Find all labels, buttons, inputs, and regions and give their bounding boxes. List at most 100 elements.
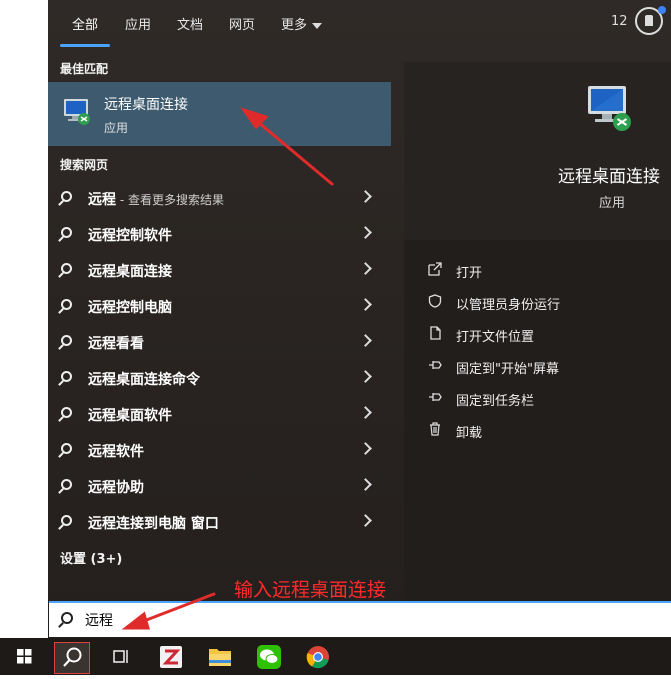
best-match-heading: 最佳匹配 xyxy=(60,62,109,76)
app-detail-pane: 远程桌面连接 应用 打开 以管理员身份运行 打开文件位置 固定到"开始"屏幕 固… xyxy=(404,62,671,602)
chevron-right-icon xyxy=(359,478,372,491)
chevron-right-icon xyxy=(359,406,372,419)
search-icon xyxy=(61,335,72,346)
search-icon xyxy=(63,647,82,667)
taskbar-app-chrome[interactable] xyxy=(298,638,338,675)
chevron-right-icon xyxy=(359,298,372,311)
task-view-button[interactable] xyxy=(100,638,140,675)
search-box[interactable] xyxy=(49,601,671,637)
chevron-right-icon xyxy=(359,190,372,203)
windows-logo-icon xyxy=(17,649,32,664)
chevron-right-icon xyxy=(359,262,372,275)
notification-dot xyxy=(658,6,666,14)
web-search-item-label: 远程协助 xyxy=(88,480,144,496)
tab-all[interactable]: 全部 xyxy=(72,14,98,33)
taskbar xyxy=(0,638,671,675)
web-search-item-label: 远程桌面连接命令 xyxy=(88,372,200,388)
pin-icon xyxy=(429,393,442,401)
pin-to-taskbar-action[interactable]: 固定到任务栏 xyxy=(404,384,671,414)
remote-desktop-icon xyxy=(588,86,631,131)
search-icon xyxy=(61,191,72,202)
search-icon xyxy=(61,227,72,238)
pin-to-start-label: 固定到"开始"屏幕 xyxy=(456,362,559,377)
chevron-right-icon xyxy=(359,442,372,455)
chevron-right-icon xyxy=(359,226,372,239)
web-search-heading: 搜索网页 xyxy=(60,158,109,172)
pin-icon xyxy=(429,361,442,369)
search-icon xyxy=(61,479,72,490)
web-search-item[interactable]: 远程桌面连接命令 xyxy=(48,360,391,396)
app-detail-title: 远程桌面连接 xyxy=(558,167,660,187)
tab-more-label: 更多 xyxy=(281,18,308,33)
web-search-item-label: 远程软件 xyxy=(88,444,144,460)
web-search-item-label: 远程看看 xyxy=(88,336,144,352)
tab-apps[interactable]: 应用 xyxy=(125,14,151,33)
open-action[interactable]: 打开 xyxy=(404,256,671,286)
web-search-item[interactable]: 远程看看 xyxy=(48,324,391,360)
run-as-admin-label: 以管理员身份运行 xyxy=(456,298,561,313)
taskbar-app-file-explorer[interactable] xyxy=(200,638,240,675)
search-icon xyxy=(61,407,72,418)
best-match-subtitle: 应用 xyxy=(104,121,129,135)
taskbar-app-zotero[interactable] xyxy=(150,638,190,675)
web-search-item[interactable]: 远程控制电脑 xyxy=(48,288,391,324)
web-search-item[interactable]: 远程协助 xyxy=(48,468,391,504)
remote-desktop-icon xyxy=(64,99,90,125)
web-search-item[interactable]: 远程软件 xyxy=(48,432,391,468)
chrome-icon xyxy=(306,646,329,669)
open-file-location-action[interactable]: 打开文件位置 xyxy=(404,320,671,350)
web-search-item-label: 远程连接到电脑 窗口 xyxy=(88,516,219,532)
chevron-right-icon xyxy=(359,370,372,383)
web-search-item-label: 远程控制软件 xyxy=(88,228,172,244)
web-search-item-label: 远程控制电脑 xyxy=(88,300,172,316)
taskbar-app-wechat[interactable] xyxy=(248,638,288,675)
run-as-admin-action[interactable]: 以管理员身份运行 xyxy=(404,288,671,318)
web-search-item-label: 远程 - 查看更多搜索结果 xyxy=(88,189,224,209)
best-match-title: 远程桌面连接 xyxy=(104,97,188,113)
search-icon xyxy=(61,263,72,274)
desktop-background xyxy=(0,0,48,638)
tab-web[interactable]: 网页 xyxy=(229,14,255,33)
taskbar-search-button[interactable] xyxy=(54,642,90,674)
wechat-icon xyxy=(257,645,281,669)
chevron-right-icon xyxy=(359,514,372,527)
chevron-down-icon xyxy=(312,22,323,29)
web-search-item-label: 远程桌面连接 xyxy=(88,264,172,280)
search-icon xyxy=(61,612,73,624)
web-search-item[interactable]: 远程连接到电脑 窗口 xyxy=(48,504,391,540)
open-icon xyxy=(428,262,442,276)
app-detail-header: 远程桌面连接 应用 xyxy=(404,62,671,240)
web-search-item[interactable]: 远程 - 查看更多搜索结果 xyxy=(48,180,391,216)
active-tab-indicator xyxy=(60,44,110,47)
task-view-icon xyxy=(113,650,128,663)
search-icon xyxy=(61,299,72,310)
search-input[interactable] xyxy=(85,610,645,630)
open-action-label: 打开 xyxy=(456,266,483,281)
start-search-panel: 全部 应用 文档 网页 更多 12 最佳匹配 远程桌面连接 应用 搜索网页 远程… xyxy=(48,0,671,638)
web-search-suffix: - 查看更多搜索结果 xyxy=(116,193,224,207)
trash-icon xyxy=(430,422,440,436)
start-button[interactable] xyxy=(4,638,44,675)
tab-documents[interactable]: 文档 xyxy=(177,14,203,33)
search-icon xyxy=(61,515,72,526)
chevron-right-icon xyxy=(359,334,372,347)
search-icon xyxy=(61,371,72,382)
folder-icon xyxy=(209,649,231,666)
uninstall-action[interactable]: 卸载 xyxy=(404,416,671,446)
app-detail-subtitle: 应用 xyxy=(599,196,626,211)
pin-to-start-action[interactable]: 固定到"开始"屏幕 xyxy=(404,352,671,382)
rewards-count[interactable]: 12 xyxy=(611,14,628,29)
open-file-location-label: 打开文件位置 xyxy=(456,330,535,345)
web-search-item[interactable]: 远程桌面软件 xyxy=(48,396,391,432)
tab-more[interactable]: 更多 xyxy=(281,14,323,33)
settings-section-heading[interactable]: 设置 (3+) xyxy=(60,548,122,567)
shield-icon xyxy=(428,294,442,308)
search-icon xyxy=(61,443,72,454)
web-search-item[interactable]: 远程桌面连接 xyxy=(48,252,391,288)
annotation-text: 输入远程桌面连接 xyxy=(234,579,387,601)
web-search-item-label: 远程桌面软件 xyxy=(88,408,172,424)
uninstall-label: 卸载 xyxy=(456,426,483,441)
web-search-item[interactable]: 远程控制软件 xyxy=(48,216,391,252)
best-match-item[interactable]: 远程桌面连接 应用 xyxy=(48,82,391,146)
pin-to-taskbar-label: 固定到任务栏 xyxy=(456,394,535,409)
